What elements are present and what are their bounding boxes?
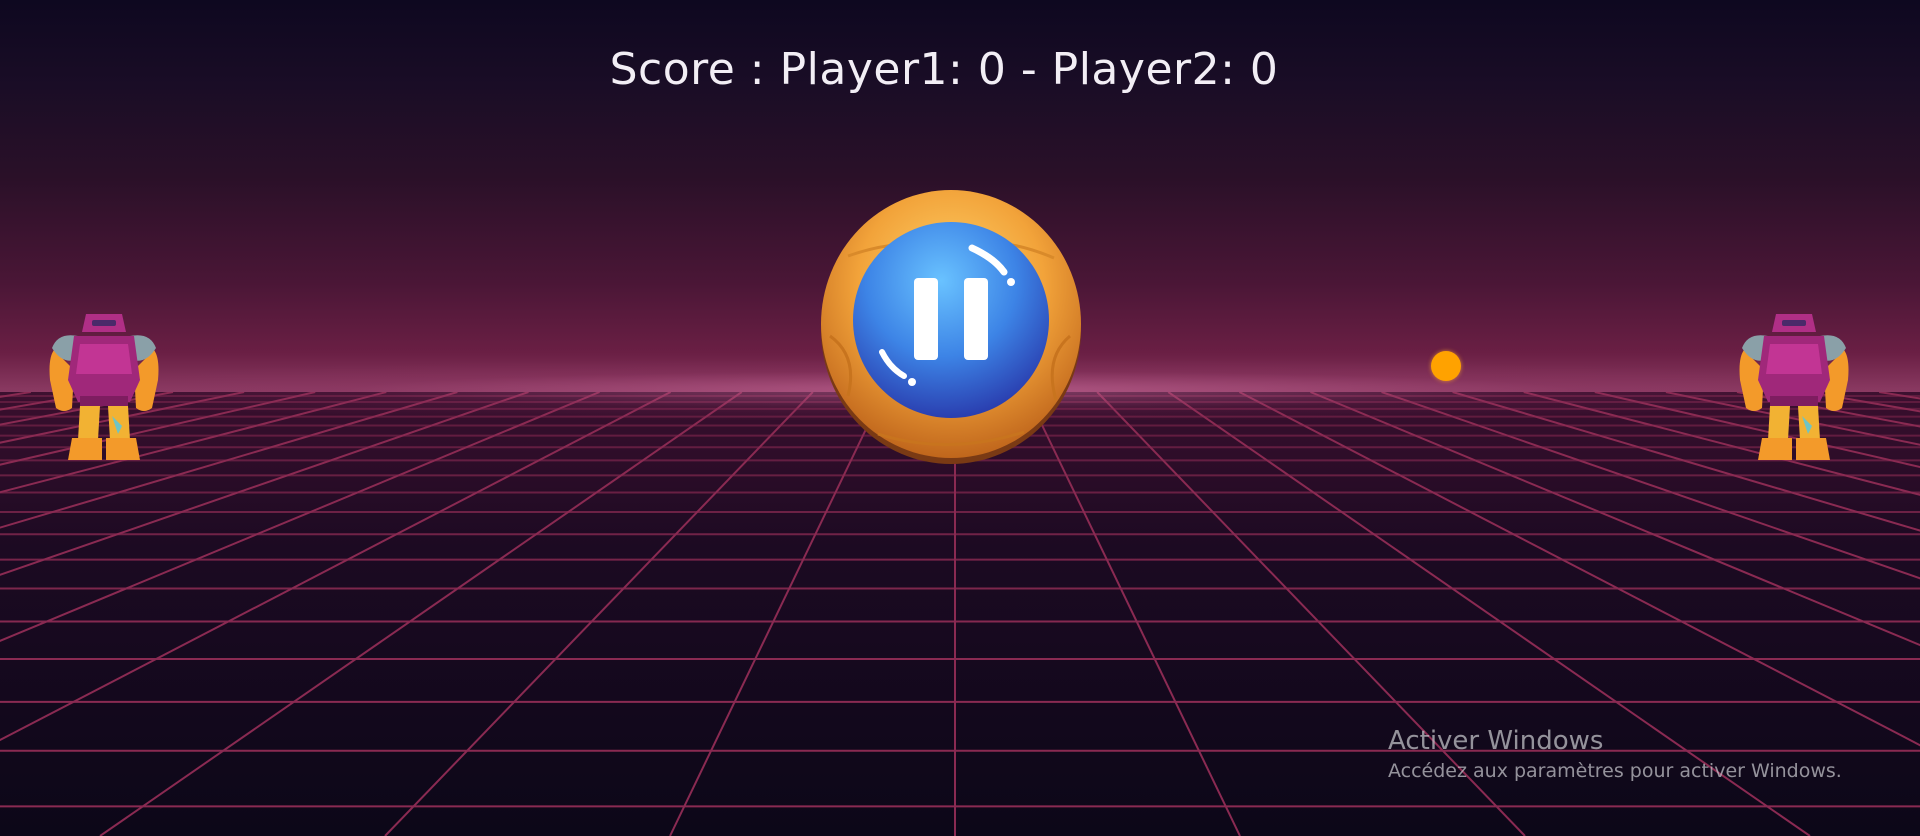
pause-button[interactable]	[818, 186, 1084, 466]
ball	[1431, 351, 1461, 381]
game-scene: Score : Player1: 0 - Player2: 0 Activer …	[0, 0, 1920, 836]
player1-robot-icon	[49, 314, 159, 460]
windows-activation-watermark: Activer Windows Accédez aux paramètres p…	[1388, 724, 1842, 784]
grid-vertical-line	[99, 392, 743, 836]
grid-vertical-line	[384, 392, 814, 836]
watermark-title: Activer Windows	[1388, 726, 1604, 756]
score-display: Score : Player1: 0 - Player2: 0	[609, 44, 1279, 95]
watermark-subtitle: Accédez aux paramètres pour activer Wind…	[1388, 760, 1842, 782]
player2-robot-icon	[1739, 314, 1849, 460]
